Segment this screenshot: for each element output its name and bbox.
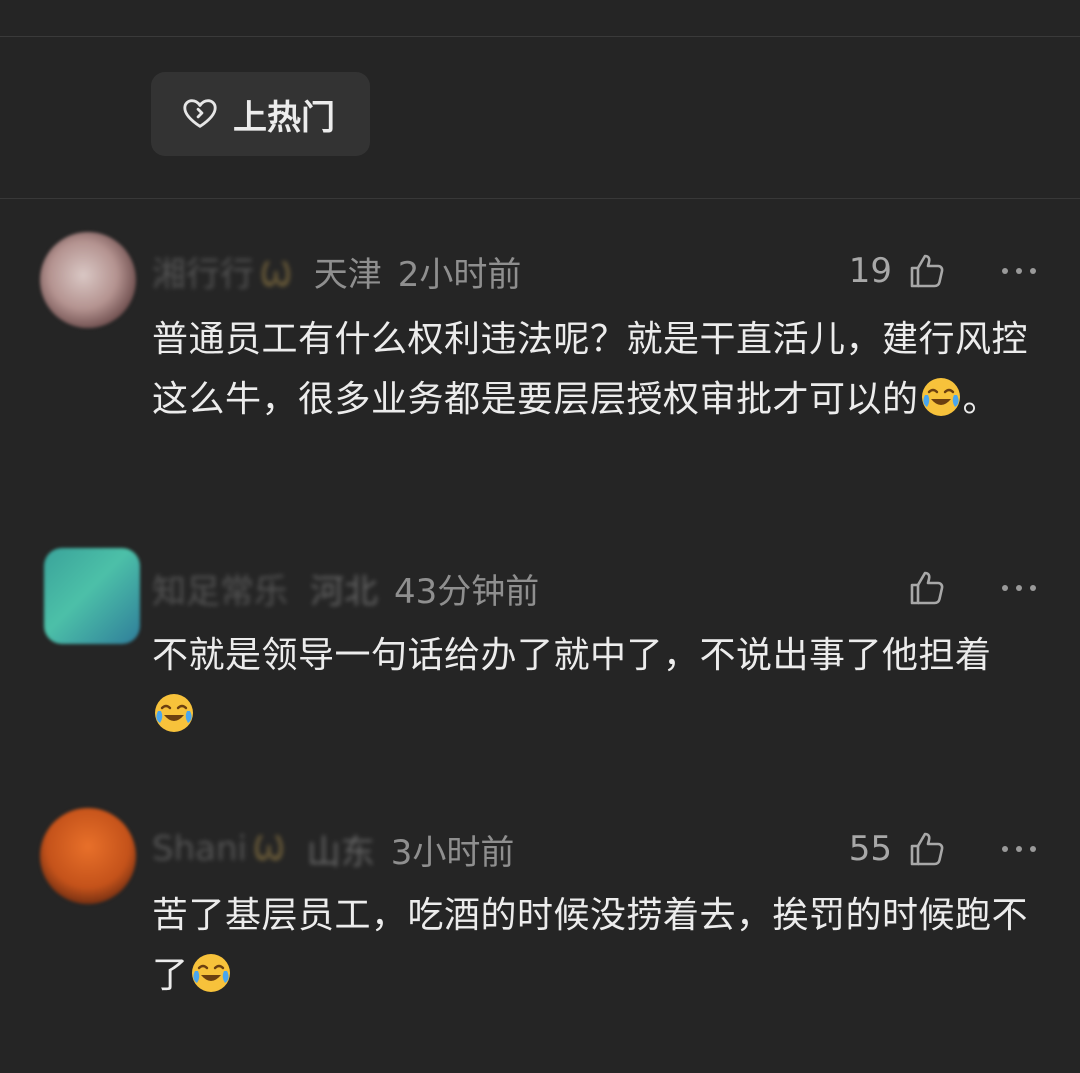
comment-text: 不就是领导一句话给办了就中了，不说出事了他担着 xyxy=(152,626,1032,746)
ellipsis-icon xyxy=(1002,268,1036,274)
username[interactable]: 知足常乐 xyxy=(152,564,288,613)
avatar[interactable] xyxy=(40,232,136,328)
username[interactable]: 湘行行 Ѡ xyxy=(152,247,292,296)
section-divider xyxy=(0,198,1080,199)
thumbs-up-icon xyxy=(910,571,944,605)
avatar[interactable] xyxy=(44,548,140,644)
like-count: 19 xyxy=(848,251,892,291)
more-options-button[interactable] xyxy=(994,246,1044,296)
more-options-button[interactable] xyxy=(994,563,1044,613)
like-button[interactable]: 55 xyxy=(849,824,946,874)
ellipsis-icon xyxy=(1002,585,1036,591)
avatar[interactable] xyxy=(40,808,136,904)
crying-laughing-emoji xyxy=(191,954,230,992)
comment-meta: 知足常乐 河北 43分钟前 xyxy=(152,563,539,613)
timestamp: 43分钟前 xyxy=(394,571,540,612)
comment-meta: 湘行行 Ѡ 天津 2小时前 xyxy=(152,246,521,296)
crying-laughing-emoji xyxy=(921,378,960,416)
comment-text: 普通员工有什么权利违法呢？就是干直活儿，建行风控这么牛，很多业务都是要层层授权审… xyxy=(152,319,1029,420)
thumbs-up-icon xyxy=(910,254,944,288)
timestamp: 3小时前 xyxy=(390,832,515,873)
like-button[interactable]: 19 xyxy=(849,246,946,296)
timestamp: 2小时前 xyxy=(397,254,522,295)
location: 河北 xyxy=(310,571,378,612)
more-options-button[interactable] xyxy=(994,824,1044,874)
hot-button[interactable]: 上热门 xyxy=(151,72,370,156)
username[interactable]: Shani Ѡ xyxy=(152,829,285,869)
comment-meta: Shani Ѡ 山东 3小时前 xyxy=(152,824,514,874)
location: 天津 xyxy=(313,254,382,295)
location: 山东 xyxy=(306,832,375,873)
thumbs-up-icon xyxy=(910,832,944,866)
like-count: 55 xyxy=(848,829,892,869)
crying-laughing-emoji xyxy=(155,694,193,732)
ellipsis-icon xyxy=(1002,846,1036,852)
like-button[interactable] xyxy=(892,563,946,613)
hot-button-label: 上热门 xyxy=(233,97,335,138)
comment-text: 苦了基层员工，吃酒的时候没捞着去，挨罚的时候跑不了 xyxy=(152,895,1029,996)
heart-hot-icon xyxy=(183,99,217,128)
top-divider xyxy=(0,36,1080,37)
